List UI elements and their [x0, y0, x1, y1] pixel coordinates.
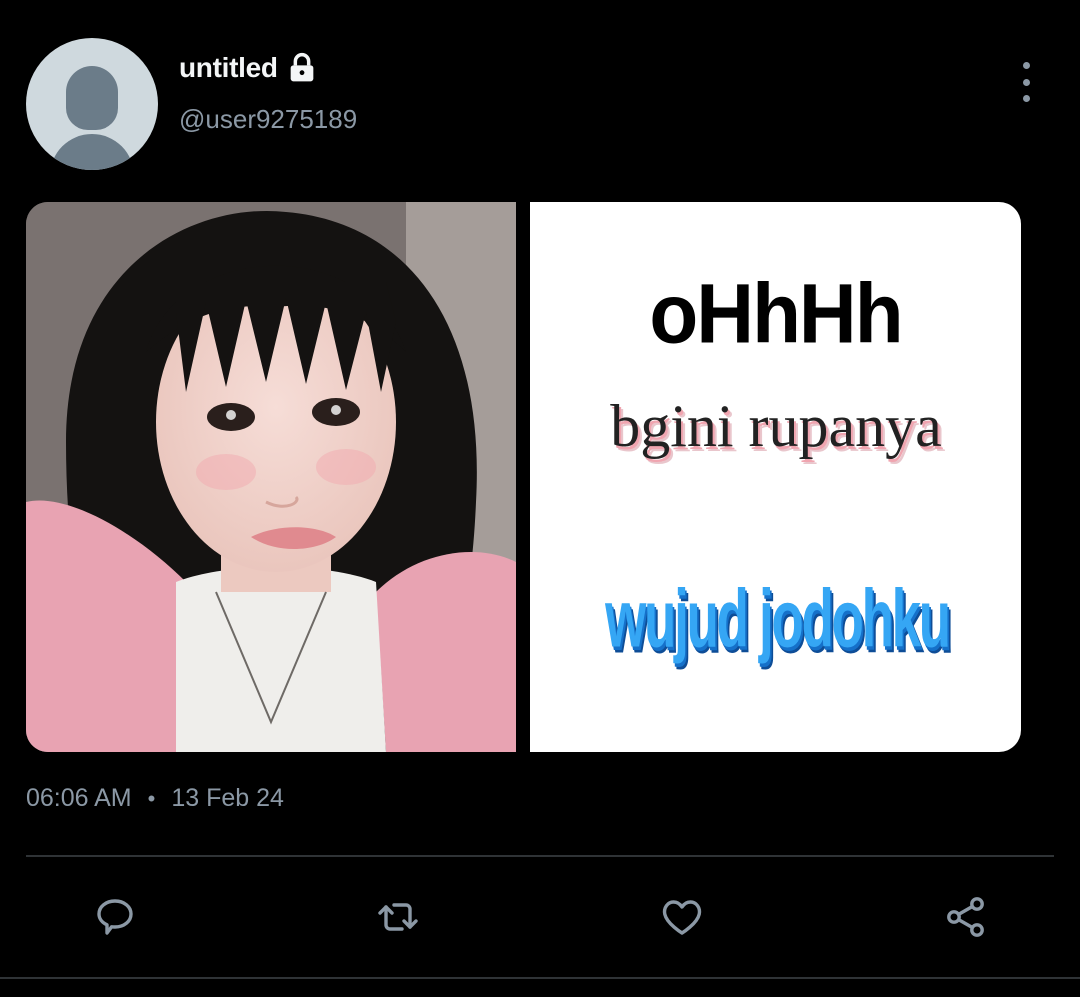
meme-text-line3: wujud jodohku [605, 573, 951, 665]
retweet-icon[interactable] [372, 891, 424, 943]
divider [0, 977, 1080, 979]
time-text: 06:06 AM [26, 784, 132, 812]
share-icon[interactable] [940, 891, 992, 943]
meme-text-line2: bgini rupanya [610, 393, 942, 459]
date-text: 13 Feb 24 [171, 784, 284, 812]
portrait-illustration [26, 202, 516, 752]
avatar-shoulders-shape [50, 134, 134, 170]
avatar-head-shape [66, 66, 118, 130]
lock-icon [290, 52, 314, 82]
tweet-timestamp[interactable]: 06:06 AM • 13 Feb 24 [26, 784, 284, 813]
photo-portrait[interactable] [26, 202, 516, 752]
media-grid: oHhHh bgini rupanya wujud jodohku [26, 202, 1021, 752]
meme-image[interactable]: oHhHh bgini rupanya wujud jodohku [530, 202, 1021, 752]
author-handle[interactable]: @user9275189 [179, 104, 357, 135]
divider [26, 855, 1054, 857]
display-name-text: untitled [179, 52, 278, 83]
avatar[interactable] [26, 38, 158, 170]
like-icon[interactable] [656, 891, 708, 943]
action-bar [0, 885, 1080, 949]
reply-icon[interactable] [89, 891, 141, 943]
author-display-name[interactable]: untitled [179, 52, 318, 84]
meme-text-line1: oHhHh [649, 266, 903, 361]
more-vertical-icon[interactable] [1012, 62, 1040, 102]
separator-dot: • [147, 785, 156, 811]
